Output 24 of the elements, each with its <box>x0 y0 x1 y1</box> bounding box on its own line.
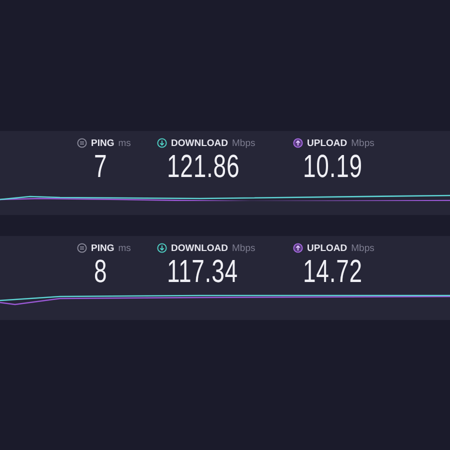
download-icon <box>157 138 167 148</box>
download-icon <box>157 243 167 253</box>
metric-value: 117.34 <box>167 254 238 288</box>
upload-icon <box>293 138 303 148</box>
metric-label: PING <box>91 242 114 254</box>
metric-value: 10.19 <box>303 149 362 183</box>
upload-icon <box>293 243 303 253</box>
ping-icon <box>77 243 87 253</box>
unit-label: ms <box>118 138 131 148</box>
metric-value: 8 <box>94 254 108 288</box>
unit-label: Mbps <box>351 242 374 254</box>
metric-value: 7 <box>94 149 108 183</box>
unit-label: ms <box>118 242 131 254</box>
unit-label: Mbps <box>232 138 256 148</box>
metric-label: DOWNLOAD <box>171 138 228 148</box>
unit-label: Mbps <box>351 138 374 148</box>
ping-icon <box>77 138 87 148</box>
metric-value: 14.72 <box>303 254 362 288</box>
metric-label: DOWNLOAD <box>171 242 228 254</box>
unit-label: Mbps <box>232 242 256 254</box>
metric-label: UPLOAD <box>307 242 348 254</box>
metric-value: 121.86 <box>167 149 240 183</box>
metric-label: PING <box>91 138 114 148</box>
metric-label: UPLOAD <box>307 138 348 148</box>
